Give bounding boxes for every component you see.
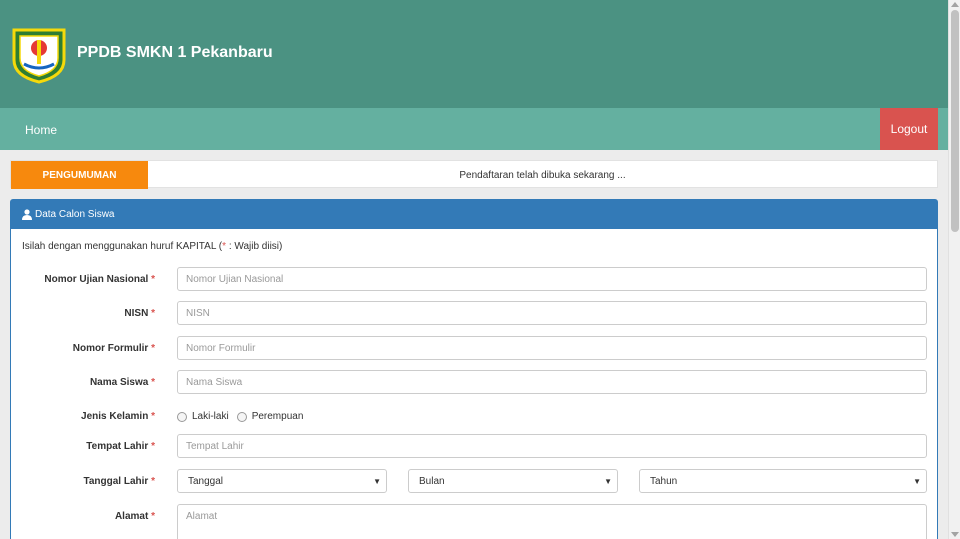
gender-radio-group: Laki-laki Perempuan: [177, 411, 311, 422]
student-data-panel: Data Calon Siswa Isilah dengan menggunak…: [10, 199, 938, 539]
scroll-thumb[interactable]: [951, 10, 959, 232]
user-icon: [22, 209, 32, 220]
announcement-bar: PENGUMUMAN Pendaftaran telah dibuka seka…: [10, 160, 938, 189]
tahun-select[interactable]: Tahun ▼: [639, 469, 927, 493]
header: PPDB SMKN 1 Pekanbaru: [0, 0, 948, 108]
page-scrollbar[interactable]: [948, 0, 960, 539]
announcement-label: PENGUMUMAN: [11, 161, 148, 189]
tanggal-lahir-label: Tanggal Lahir *: [83, 476, 155, 487]
nisn-label: NISN *: [124, 308, 155, 319]
alamat-textarea[interactable]: Alamat: [177, 504, 927, 539]
nama-siswa-label: Nama Siswa *: [89, 377, 155, 388]
chevron-down-icon: ▼: [913, 477, 921, 486]
nomor-formulir-label: Nomor Formulir *: [72, 343, 155, 354]
tempat-lahir-label: Tempat Lahir *: [86, 441, 155, 452]
panel-heading: Data Calon Siswa: [11, 200, 937, 229]
nama-siswa-input[interactable]: Nama Siswa: [177, 370, 927, 394]
tanggal-select[interactable]: Tanggal ▼: [177, 469, 387, 493]
radio-perempuan[interactable]: [236, 411, 247, 422]
intro-text: Isilah dengan menggunakan huruf KAPITAL …: [22, 241, 283, 252]
logout-button[interactable]: Logout: [880, 108, 938, 150]
nomor-formulir-input[interactable]: Nomor Formulir: [177, 336, 927, 360]
nav-home-link[interactable]: Home: [25, 123, 57, 137]
nisn-input[interactable]: NISN: [177, 301, 927, 325]
scroll-up-icon[interactable]: [951, 2, 959, 7]
alamat-label: Alamat *: [114, 511, 155, 522]
nomor-ujian-label: Nomor Ujian Nasional *: [44, 274, 155, 285]
navbar: Home Logout: [0, 108, 948, 150]
radio-laki-laki-label: Laki-laki: [192, 411, 229, 422]
scroll-down-icon[interactable]: [951, 532, 959, 537]
radio-perempuan-label: Perempuan: [251, 411, 304, 422]
nomor-ujian-input[interactable]: Nomor Ujian Nasional: [177, 267, 927, 291]
jenis-kelamin-label: Jenis Kelamin *: [81, 411, 155, 422]
tempat-lahir-input[interactable]: Tempat Lahir: [177, 434, 927, 458]
chevron-down-icon: ▼: [604, 477, 612, 486]
bulan-select[interactable]: Bulan ▼: [408, 469, 618, 493]
school-crest-icon: [12, 28, 66, 84]
panel-title: Data Calon Siswa: [35, 209, 115, 220]
chevron-down-icon: ▼: [373, 477, 381, 486]
announcement-text: Pendaftaran telah dibuka sekarang ...: [459, 169, 626, 181]
app-title: PPDB SMKN 1 Pekanbaru: [77, 44, 273, 61]
radio-laki-laki[interactable]: [177, 411, 187, 422]
